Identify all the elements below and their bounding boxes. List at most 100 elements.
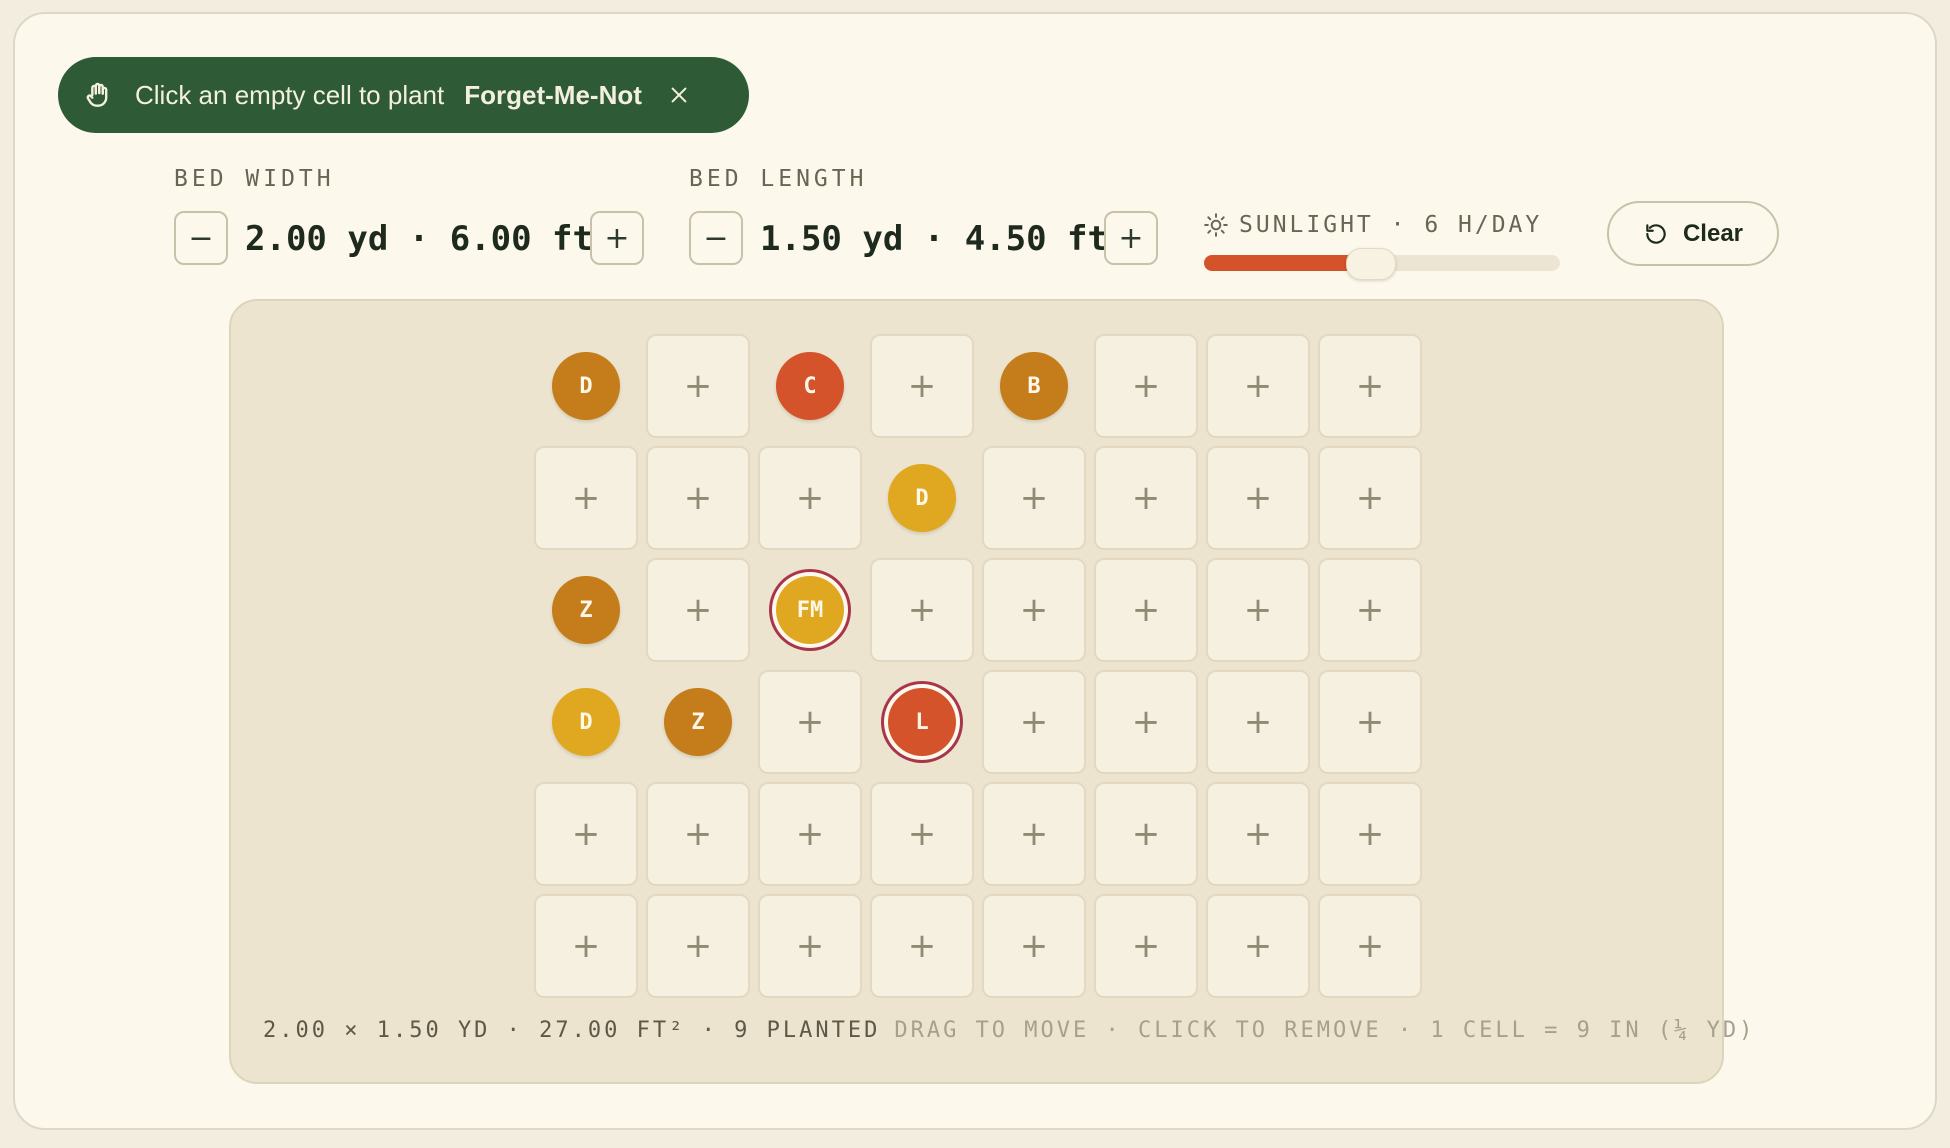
empty-cell[interactable]: +: [1206, 670, 1310, 774]
plus-icon: +: [1019, 814, 1049, 854]
empty-cell[interactable]: +: [1318, 446, 1422, 550]
clear-button-label: Clear: [1682, 219, 1744, 247]
hand-icon: [86, 82, 108, 107]
empty-cell[interactable]: +: [870, 558, 974, 662]
empty-cell[interactable]: +: [646, 446, 750, 550]
sunlight-label: SUNLIGHT · 6 H/DAY: [1239, 212, 1543, 238]
bed-hint: DRAG TO MOVE · CLICK TO REMOVE · 1 CELL …: [894, 1018, 1756, 1043]
plus-icon: +: [1355, 590, 1385, 630]
bed-length-value: 1.50 yd · 4.50 ft: [760, 219, 1108, 259]
plus-icon: +: [683, 814, 713, 854]
empty-cell[interactable]: +: [1206, 894, 1310, 998]
empty-cell[interactable]: +: [870, 782, 974, 886]
plus-icon: +: [1131, 366, 1161, 406]
plant-token[interactable]: FM: [776, 576, 844, 644]
plus-icon: +: [1019, 926, 1049, 966]
sunlight-slider-fill: [1204, 255, 1370, 271]
plus-icon: +: [683, 590, 713, 630]
plus-icon: +: [683, 478, 713, 518]
bed-length-label: BED LENGTH: [689, 166, 868, 192]
empty-cell[interactable]: +: [1206, 334, 1310, 438]
empty-cell[interactable]: +: [534, 782, 638, 886]
plant-token[interactable]: D: [888, 464, 956, 532]
plant-token[interactable]: Z: [664, 688, 732, 756]
empty-cell[interactable]: +: [1318, 334, 1422, 438]
empty-cell[interactable]: +: [758, 894, 862, 998]
empty-cell[interactable]: +: [534, 894, 638, 998]
plus-icon: +: [571, 478, 601, 518]
empty-cell[interactable]: +: [1206, 558, 1310, 662]
empty-cell[interactable]: +: [982, 782, 1086, 886]
bed-length-increment-button[interactable]: +: [1104, 211, 1158, 265]
toast-plant-name: Forget-Me-Not: [464, 79, 642, 110]
plant-token[interactable]: L: [888, 688, 956, 756]
empty-cell[interactable]: +: [1094, 894, 1198, 998]
plant-token[interactable]: D: [552, 688, 620, 756]
empty-cell[interactable]: +: [758, 446, 862, 550]
empty-cell[interactable]: +: [1094, 446, 1198, 550]
empty-cell[interactable]: +: [982, 670, 1086, 774]
bed-width-value: 2.00 yd · 6.00 ft: [245, 219, 593, 259]
plus-icon: +: [795, 814, 825, 854]
plus-icon: +: [1243, 814, 1273, 854]
planted-cell[interactable]: D: [870, 446, 974, 550]
plus-icon: +: [1019, 478, 1049, 518]
empty-cell[interactable]: +: [982, 446, 1086, 550]
empty-cell[interactable]: +: [758, 670, 862, 774]
empty-cell[interactable]: +: [646, 782, 750, 886]
plant-token[interactable]: Z: [552, 576, 620, 644]
empty-cell[interactable]: +: [646, 894, 750, 998]
plus-icon: +: [1243, 590, 1273, 630]
bed-stats: 2.00 × 1.50 YD · 27.00 FT² · 9 PLANTED: [263, 1018, 881, 1043]
empty-cell[interactable]: +: [1094, 558, 1198, 662]
toast-message: Click an empty cell to plant: [135, 79, 445, 110]
plus-icon: +: [571, 926, 601, 966]
plus-icon: +: [683, 926, 713, 966]
empty-cell[interactable]: +: [1094, 670, 1198, 774]
empty-cell[interactable]: +: [1318, 894, 1422, 998]
plus-icon: +: [1019, 702, 1049, 742]
plus-icon: +: [1355, 926, 1385, 966]
plant-token[interactable]: B: [1000, 352, 1068, 420]
bed-width-increment-button[interactable]: +: [590, 211, 644, 265]
plus-icon: +: [571, 814, 601, 854]
planted-cell[interactable]: Z: [646, 670, 750, 774]
clear-button[interactable]: Clear: [1607, 201, 1779, 266]
planted-cell[interactable]: D: [534, 670, 638, 774]
empty-cell[interactable]: +: [870, 334, 974, 438]
empty-cell[interactable]: +: [1094, 782, 1198, 886]
plus-icon: +: [907, 590, 937, 630]
empty-cell[interactable]: +: [1094, 334, 1198, 438]
close-icon[interactable]: [668, 84, 690, 106]
empty-cell[interactable]: +: [982, 894, 1086, 998]
plus-icon: +: [1131, 590, 1161, 630]
sunlight-slider[interactable]: [1204, 248, 1560, 280]
empty-cell[interactable]: +: [646, 334, 750, 438]
plant-token[interactable]: D: [552, 352, 620, 420]
planted-cell[interactable]: C: [758, 334, 862, 438]
empty-cell[interactable]: +: [1318, 670, 1422, 774]
sunlight-slider-thumb[interactable]: [1345, 248, 1396, 280]
bed-footer: 2.00 × 1.50 YD · 27.00 FT² · 9 PLANTED DR…: [263, 1018, 1755, 1043]
empty-cell[interactable]: +: [1206, 782, 1310, 886]
empty-cell[interactable]: +: [870, 894, 974, 998]
sun-icon: [1204, 213, 1228, 237]
empty-cell[interactable]: +: [982, 558, 1086, 662]
bed-length-decrement-button[interactable]: −: [689, 211, 743, 265]
empty-cell[interactable]: +: [534, 446, 638, 550]
bed-width-decrement-button[interactable]: −: [174, 211, 228, 265]
empty-cell[interactable]: +: [758, 782, 862, 886]
planted-cell[interactable]: D: [534, 334, 638, 438]
planted-cell[interactable]: Z: [534, 558, 638, 662]
empty-cell[interactable]: +: [646, 558, 750, 662]
planted-cell[interactable]: B: [982, 334, 1086, 438]
planted-cell[interactable]: FM: [758, 558, 862, 662]
plus-icon: +: [1355, 366, 1385, 406]
plant-token[interactable]: C: [776, 352, 844, 420]
empty-cell[interactable]: +: [1318, 558, 1422, 662]
empty-cell[interactable]: +: [1318, 782, 1422, 886]
empty-cell[interactable]: +: [1206, 446, 1310, 550]
plus-icon: +: [1019, 590, 1049, 630]
planted-cell[interactable]: L: [870, 670, 974, 774]
plus-icon: +: [1355, 814, 1385, 854]
